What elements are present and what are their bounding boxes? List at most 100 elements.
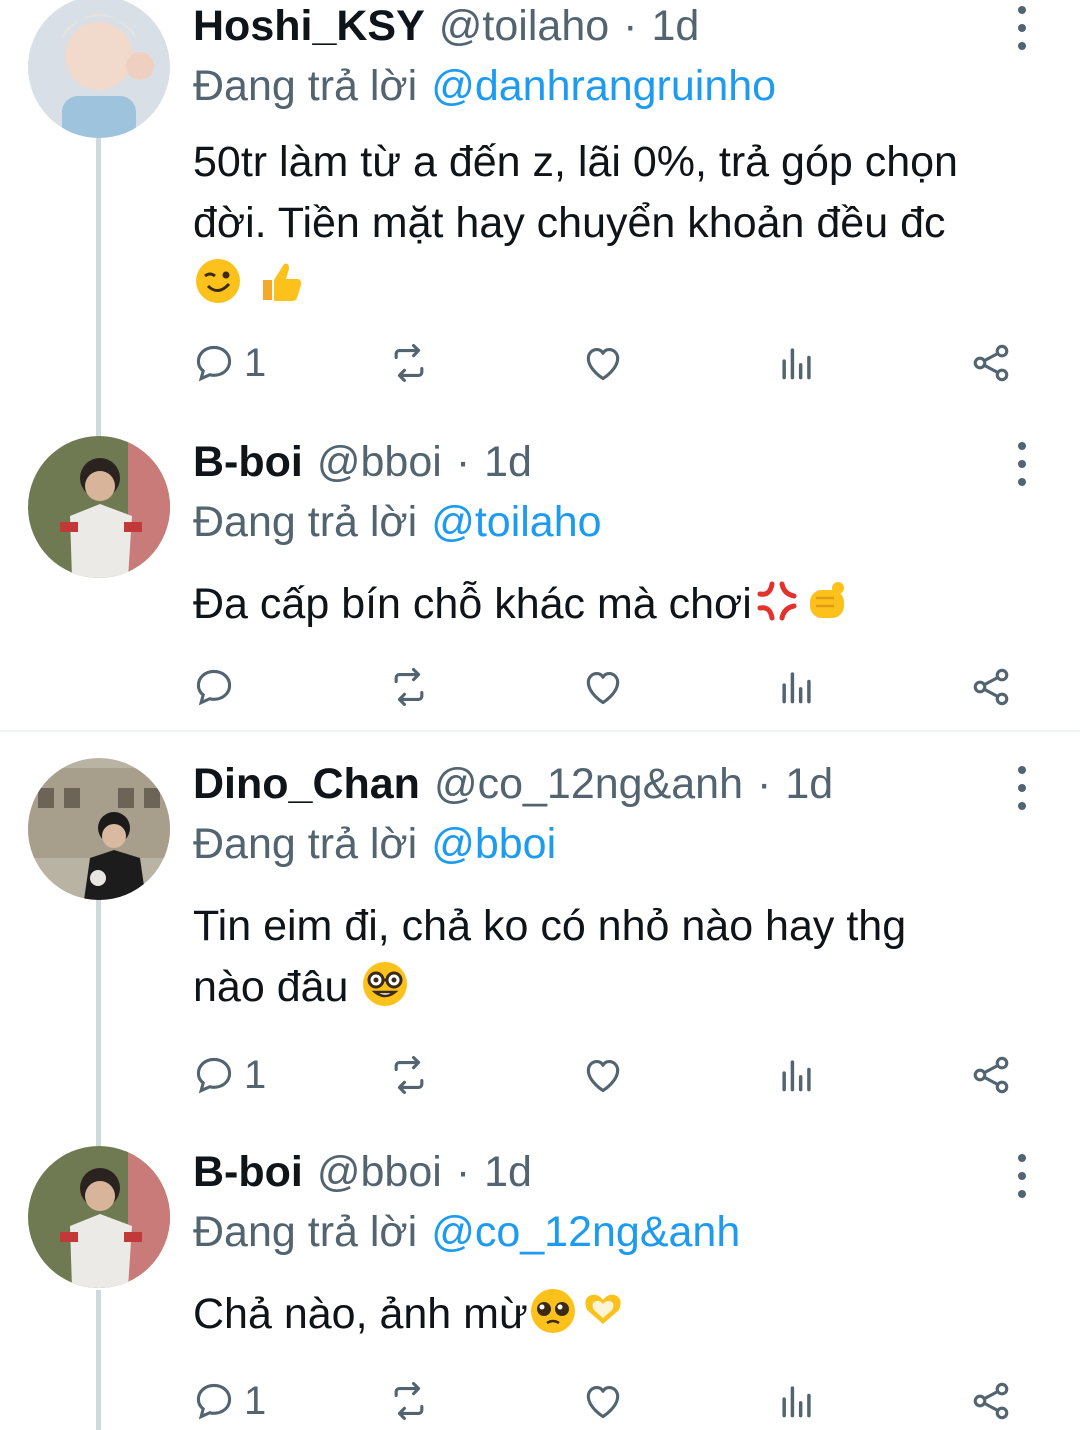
like-button[interactable]	[581, 1376, 625, 1426]
anger-symbol-emoji	[757, 581, 797, 621]
share-icon	[973, 344, 1009, 382]
tweet-text: 50tr làm từ a đến z, lãi 0%, trả góp chọ…	[193, 132, 1053, 315]
reply-button[interactable]: 1	[192, 1376, 266, 1426]
pleading-face-emoji	[530, 1289, 575, 1333]
tweet-text: Tin eim đi, chả ko có nhỏ nào hay thg nà…	[193, 896, 1053, 1018]
display-name[interactable]: Dino_Chan	[193, 760, 420, 809]
thumbs-up-emoji	[262, 263, 302, 301]
pointing-fist-emoji	[809, 582, 844, 618]
heart-icon	[586, 348, 620, 381]
views-icon	[782, 348, 811, 380]
separator-dot: ·	[455, 438, 471, 486]
like-button[interactable]	[581, 662, 625, 712]
replying-to-label: Đang trả lời	[193, 498, 418, 546]
user-handle[interactable]: @toilaho	[439, 2, 609, 51]
replying-to: Đang trả lời @bboi	[193, 820, 556, 869]
views-icon	[782, 1386, 811, 1418]
heart-hands-emoji	[585, 1294, 621, 1324]
replying-to-label: Đang trả lời	[193, 1208, 418, 1256]
heart-icon	[586, 1386, 620, 1419]
tweet-text-line: Đa cấp bín chỗ khác mà chơi	[193, 574, 1053, 635]
mention-link[interactable]: @co_12ng&anh	[431, 1208, 740, 1256]
user-handle[interactable]: @co_12ng&anh	[434, 760, 743, 809]
avatar[interactable]	[28, 436, 170, 578]
heart-icon	[586, 1060, 620, 1093]
retweet-icon	[394, 344, 424, 382]
share-icon	[973, 1382, 1009, 1420]
tweet-text-line: Chả nào, ảnh mừ	[193, 1284, 1053, 1345]
retweet-icon	[394, 1382, 424, 1420]
heart-icon	[586, 672, 620, 705]
display-name[interactable]: Hoshi_KSY	[193, 2, 425, 51]
like-button[interactable]	[581, 1050, 625, 1100]
share-button[interactable]	[969, 1050, 1013, 1100]
reply-icon	[196, 669, 232, 706]
share-button[interactable]	[969, 338, 1013, 388]
tweet-text-line	[193, 254, 1053, 315]
retweet-button[interactable]	[387, 338, 431, 388]
reply-button[interactable]: 1	[192, 338, 266, 388]
separator-dot: ·	[623, 2, 638, 50]
timestamp[interactable]: 1d	[484, 1148, 532, 1197]
reply-icon	[196, 1057, 232, 1094]
reply-count: 1	[244, 340, 267, 385]
reply-button[interactable]	[192, 662, 244, 712]
nerd-face-emoji	[363, 962, 408, 1006]
replying-to: Đang trả lời @danhrangruinho	[193, 62, 776, 111]
reply-count: 1	[244, 1378, 267, 1423]
like-button[interactable]	[581, 338, 625, 388]
thread-divider	[0, 730, 1080, 732]
more-options-icon[interactable]	[1002, 6, 1042, 50]
tweet-text-line: Tin eim đi, chả ko có nhỏ nào hay thg	[193, 902, 907, 950]
retweet-button[interactable]	[387, 662, 431, 712]
tweet-text-line: nào đâu	[193, 957, 1053, 1018]
mention-link[interactable]: @toilaho	[431, 498, 601, 546]
timestamp[interactable]: 1d	[785, 760, 833, 809]
retweet-button[interactable]	[387, 1376, 431, 1426]
tweet-text-line: 50tr làm từ a đến z, lãi 0%, trả góp chọ…	[193, 138, 958, 186]
avatar[interactable]	[28, 758, 170, 900]
user-handle[interactable]: @bboi	[317, 1148, 442, 1197]
retweet-icon	[394, 668, 424, 706]
tweet-text: Chả nào, ảnh mừ	[193, 1284, 1053, 1345]
more-options-icon[interactable]	[1002, 442, 1042, 486]
display-name[interactable]: B-boi	[193, 438, 303, 487]
more-options-icon[interactable]	[1002, 766, 1042, 810]
share-icon	[973, 668, 1009, 706]
views-button[interactable]	[775, 662, 819, 712]
replying-to: Đang trả lời @co_12ng&anh	[193, 1208, 740, 1257]
user-handle[interactable]: @bboi	[317, 438, 442, 487]
separator-dot: ·	[455, 1148, 471, 1196]
share-button[interactable]	[969, 662, 1013, 712]
share-button[interactable]	[969, 1376, 1013, 1426]
replying-to-label: Đang trả lời	[193, 820, 418, 868]
avatar[interactable]	[28, 1146, 170, 1288]
replying-to-label: Đang trả lời	[193, 62, 418, 110]
share-icon	[973, 1056, 1009, 1094]
thread-line	[96, 900, 101, 1150]
thread-line	[96, 130, 101, 440]
reply-icon	[196, 345, 232, 382]
retweet-button[interactable]	[387, 1050, 431, 1100]
tweet-text: Đa cấp bín chỗ khác mà chơi	[193, 574, 1053, 635]
display-name[interactable]: B-boi	[193, 1148, 303, 1197]
mention-link[interactable]: @danhrangruinho	[431, 62, 776, 110]
timestamp[interactable]: 1d	[484, 438, 532, 487]
views-icon	[782, 1060, 811, 1092]
winking-face-emoji	[196, 259, 240, 303]
replying-to: Đang trả lời @toilaho	[193, 498, 602, 547]
retweet-icon	[394, 1056, 424, 1094]
separator-dot: ·	[757, 760, 772, 808]
more-options-icon[interactable]	[1002, 1154, 1042, 1198]
views-button[interactable]	[775, 1376, 819, 1426]
timestamp[interactable]: 1d	[651, 2, 699, 51]
tweet-text-line: đời. Tiền mặt hay chuyển khoản đều đc	[193, 199, 946, 247]
views-button[interactable]	[775, 1050, 819, 1100]
views-icon	[782, 672, 811, 704]
mention-link[interactable]: @bboi	[431, 820, 556, 868]
reply-button[interactable]: 1	[192, 1050, 266, 1100]
reply-icon	[196, 1383, 232, 1420]
avatar[interactable]	[28, 0, 170, 138]
reply-count: 1	[244, 1052, 267, 1097]
views-button[interactable]	[775, 338, 819, 388]
